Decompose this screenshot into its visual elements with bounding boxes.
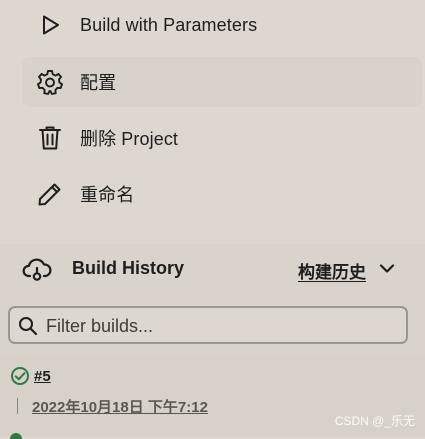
build-history-header: Build History 构建历史 [0, 244, 425, 294]
filter-builds-field[interactable] [8, 306, 408, 344]
sidebar-item-label: 重命名 [80, 185, 135, 205]
trash-icon [36, 124, 64, 152]
sidebar-item-delete-project[interactable]: 删除 Project [22, 113, 422, 163]
chevron-down-icon[interactable] [378, 262, 396, 276]
sidebar-item-build-with-parameters[interactable]: Build with Parameters [22, 0, 422, 50]
sidebar-item-rename[interactable]: 重命名 [22, 169, 422, 219]
sidebar-item-label: Build with Parameters [80, 14, 258, 35]
build-number-link[interactable]: #5 [34, 368, 51, 385]
filter-builds-input[interactable] [46, 315, 396, 337]
status-indicator-icon [10, 433, 22, 439]
build-history-link[interactable]: 构建历史 [298, 258, 366, 283]
pencil-icon [36, 180, 64, 208]
watermark-text: CSDN @_乐无 [334, 414, 415, 428]
sidebar-item-label: 删除 Project [80, 129, 179, 149]
gear-icon [36, 68, 64, 96]
cloud-history-icon [22, 256, 52, 284]
build-history-title: Build History [72, 258, 185, 278]
check-circle-icon [10, 366, 30, 386]
timeline-divider [17, 398, 18, 414]
build-date-link[interactable]: 2022年10月18日 下午7:12 [32, 396, 208, 417]
search-icon [18, 316, 38, 336]
play-icon [36, 11, 64, 39]
sidebar-item-label: 配置 [80, 73, 117, 93]
sidebar-item-configure[interactable]: 配置 [22, 57, 422, 107]
